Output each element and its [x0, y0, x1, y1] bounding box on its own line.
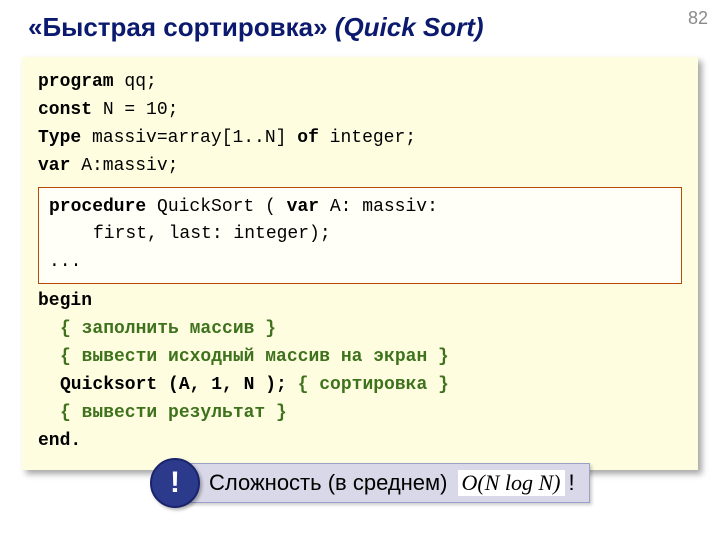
code-text: ...	[49, 252, 81, 272]
keyword: const	[38, 100, 92, 120]
title-main: «Быстрая сортировка»	[28, 12, 328, 42]
comment: { вывести результат }	[60, 403, 287, 423]
code-text: A: massiv:	[319, 197, 438, 217]
code-line: begin	[38, 288, 682, 316]
keyword: begin	[38, 291, 92, 311]
slide-title: «Быстрая сортировка» (Quick Sort)	[0, 0, 720, 53]
code-line: first, last: integer);	[49, 221, 671, 249]
procedure-box: procedure QuickSort ( var A: massiv: fir…	[38, 187, 682, 285]
code-text: qq;	[114, 72, 157, 92]
code-block: program qq; const N = 10; Type massiv=ar…	[22, 57, 698, 470]
keyword: Type	[38, 128, 81, 148]
keyword: procedure	[49, 197, 146, 217]
code-text: QuickSort (	[146, 197, 286, 217]
code-text: N = 10;	[92, 100, 178, 120]
code-line: Type massiv=array[1..N] of integer;	[38, 125, 682, 153]
keyword: var	[38, 156, 70, 176]
code-line: const N = 10;	[38, 97, 682, 125]
code-line: { вывести исходный массив на экран }	[38, 344, 682, 372]
comment: { сортировка }	[287, 375, 449, 395]
code-call: Quicksort (A, 1, N );	[60, 375, 287, 395]
code-line: end.	[38, 428, 682, 456]
code-text: A:massiv;	[70, 156, 178, 176]
comment: { заполнить массив }	[60, 319, 276, 339]
exclamation-icon: !	[150, 458, 200, 508]
complexity-callout: ! Сложность (в среднем) O(N log N) !	[150, 458, 590, 508]
callout-bar: Сложность (в среднем) O(N log N) !	[182, 463, 590, 503]
keyword: end.	[38, 431, 81, 451]
code-line: { вывести результат }	[38, 400, 682, 428]
code-text: first, last: integer);	[93, 224, 331, 244]
keyword: var	[287, 197, 319, 217]
comment: { вывести исходный массив на экран }	[60, 347, 449, 367]
callout-trail: !	[569, 470, 575, 496]
callout-label: Сложность (в среднем)	[209, 470, 448, 496]
code-line: Quicksort (A, 1, N ); { сортировка }	[38, 372, 682, 400]
title-italic: (Quick Sort)	[335, 12, 484, 42]
code-line: ...	[49, 249, 671, 277]
code-line: procedure QuickSort ( var A: massiv:	[49, 194, 671, 222]
code-line: var A:massiv;	[38, 153, 682, 181]
code-text: massiv=array[1..N]	[81, 128, 297, 148]
code-line: { заполнить массив }	[38, 316, 682, 344]
keyword: program	[38, 72, 114, 92]
code-text: integer;	[319, 128, 416, 148]
keyword: of	[297, 128, 319, 148]
slide-number: 82	[688, 8, 708, 29]
code-line: program qq;	[38, 69, 682, 97]
complexity-formula: O(N log N)	[458, 470, 565, 496]
